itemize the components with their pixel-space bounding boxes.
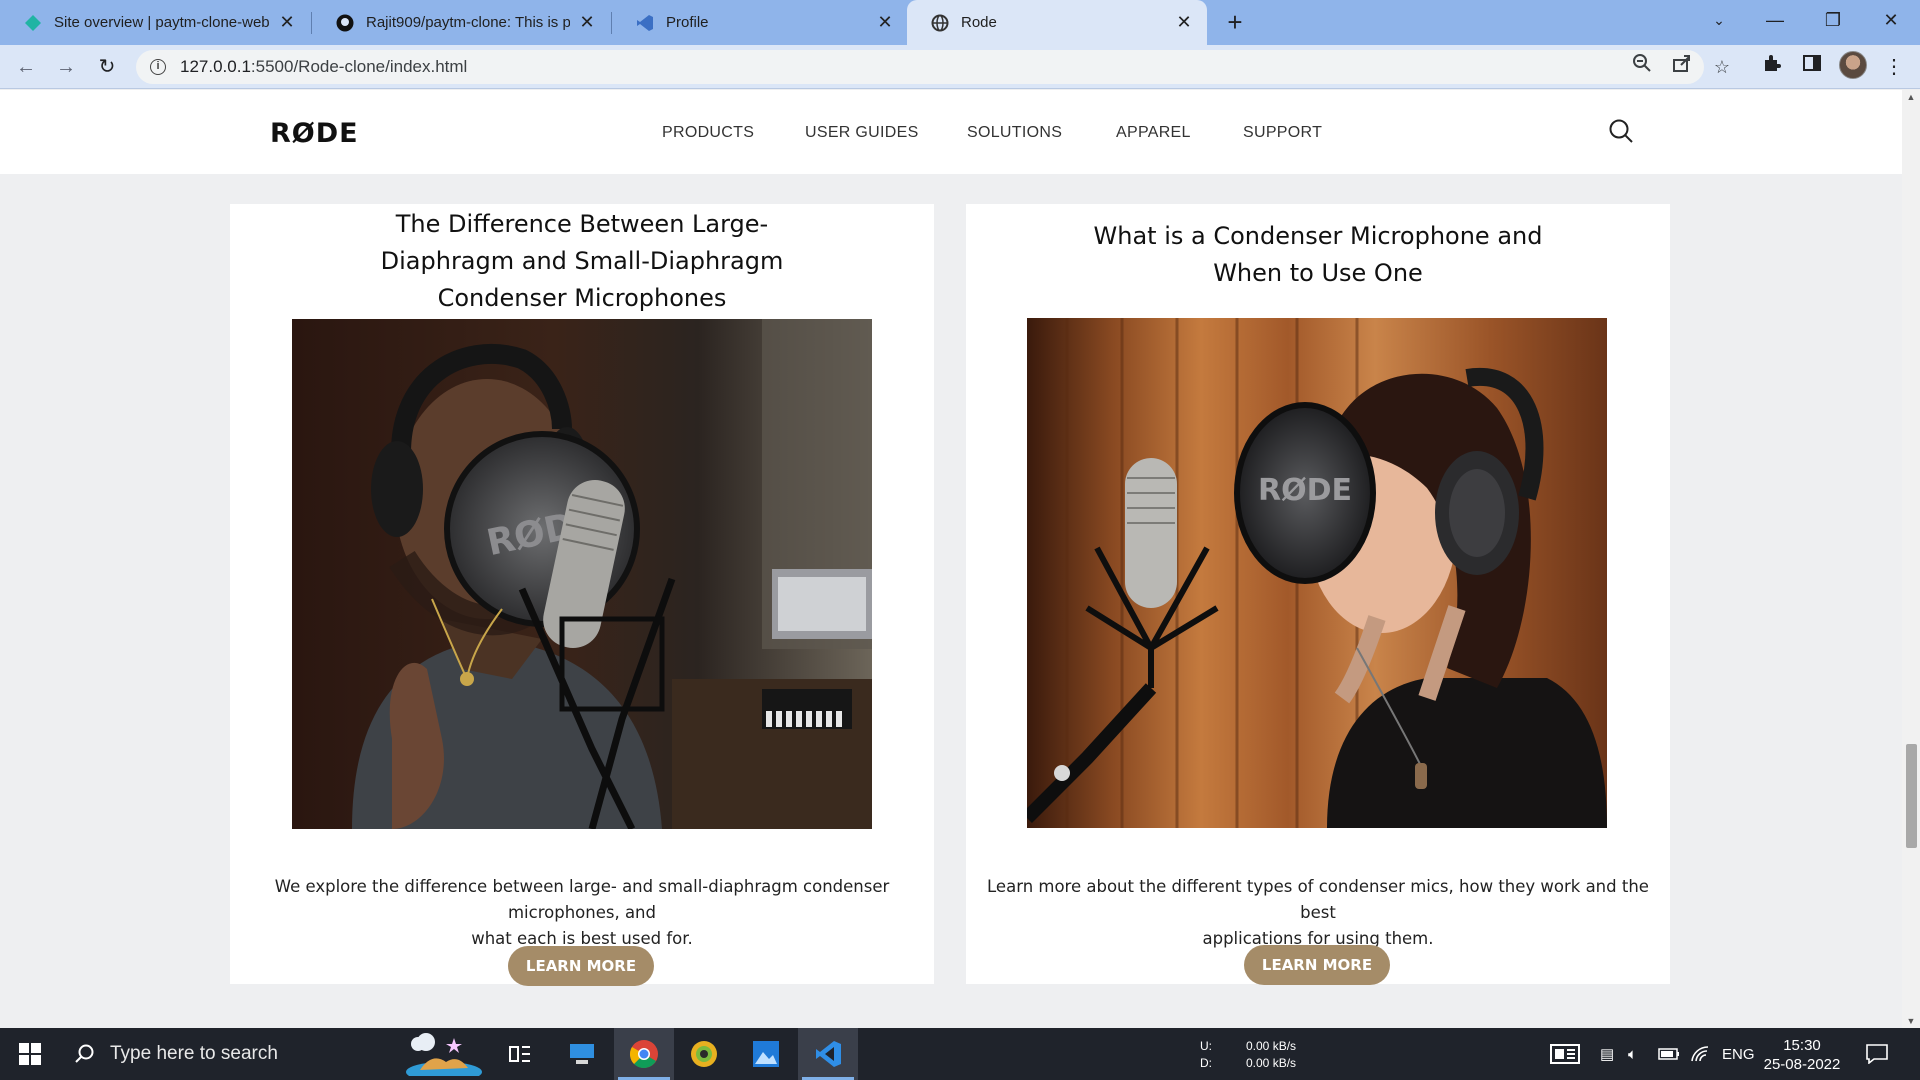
card-title: What is a Condenser Microphone and When … <box>1093 222 1543 287</box>
windows-taskbar: Type here to search U: 0.00 kB/s D: 0.00 k… <box>0 1028 1920 1080</box>
article-card-diaphragm: The Difference Between Large- Diaphragm … <box>230 204 934 986</box>
news-widget-icon[interactable] <box>1550 1028 1580 1080</box>
tab-title: Rajit909/paytm-clone: This is pay <box>366 14 570 31</box>
card-description: Learn more about the different types of … <box>987 877 1649 948</box>
singer-photo-woman: RØDE <box>1027 318 1607 828</box>
scroll-down-icon[interactable]: ▼ <box>1902 1016 1920 1026</box>
vscode-icon <box>636 14 654 32</box>
back-button[interactable]: ← <box>12 53 40 81</box>
new-tab-button[interactable]: + <box>1218 5 1252 39</box>
page-viewport: RØDE PRODUCTS USER GUIDES SOLUTIONS APPA… <box>0 90 1902 1028</box>
search-icon[interactable] <box>1608 118 1634 144</box>
tab-title: Profile <box>666 14 709 31</box>
zoom-icon[interactable] <box>1628 53 1656 81</box>
side-panel-icon[interactable] <box>1798 53 1826 81</box>
close-window-button[interactable]: ✕ <box>1868 0 1914 40</box>
weather-widget-icon[interactable] <box>392 1028 492 1080</box>
address-bar[interactable]: i 127.0.0.1:5500/Rode-clone/index.html <box>136 50 1704 84</box>
learn-more-button[interactable]: LEARN MORE <box>1244 945 1390 985</box>
network-speed-widget: U: 0.00 kB/s D: 0.00 kB/s <box>1200 1039 1297 1070</box>
wifi-icon[interactable] <box>1690 1028 1710 1080</box>
article-card-condenser: What is a Condenser Microphone and When … <box>966 204 1670 985</box>
battery-icon[interactable] <box>1658 1028 1680 1080</box>
reload-button[interactable]: ↻ <box>93 53 121 81</box>
nav-solutions[interactable]: SOLUTIONS <box>967 124 1062 142</box>
forward-button[interactable]: → <box>52 53 80 81</box>
chrome-canary-icon[interactable] <box>674 1028 734 1080</box>
globe-icon <box>931 14 949 32</box>
close-icon[interactable]: ✕ <box>578 12 596 33</box>
share-icon[interactable] <box>1668 53 1696 81</box>
close-icon[interactable]: ✕ <box>278 12 296 33</box>
close-icon[interactable]: ✕ <box>1175 12 1193 33</box>
site-info-icon[interactable]: i <box>150 59 166 75</box>
file-explorer-icon[interactable] <box>552 1028 612 1080</box>
nav-support[interactable]: SUPPORT <box>1243 124 1322 142</box>
nav-apparel[interactable]: APPAREL <box>1116 124 1191 142</box>
vscode-taskbar-icon[interactable] <box>798 1028 858 1080</box>
singer-photo-man: RØDE <box>292 319 872 829</box>
bookmark-star-icon[interactable]: ☆ <box>1708 53 1736 81</box>
photos-app-icon[interactable] <box>736 1028 796 1080</box>
tab-title: Rode <box>961 14 997 31</box>
volume-icon[interactable]: 🔈︎ <box>1628 1028 1637 1080</box>
site-header: RØDE PRODUCTS USER GUIDES SOLUTIONS APPA… <box>0 90 1902 174</box>
minimize-button[interactable]: — <box>1752 0 1798 40</box>
github-icon <box>336 14 354 32</box>
photo-brand-text: RØDE <box>1258 473 1352 508</box>
taskbar-search-placeholder: Type here to search <box>110 1043 278 1064</box>
task-view-icon[interactable] <box>490 1028 550 1080</box>
restore-button[interactable]: ❐ <box>1810 0 1856 40</box>
notification-center-icon[interactable] <box>1866 1028 1888 1080</box>
scroll-up-icon[interactable]: ▲ <box>1902 92 1920 102</box>
tab-site-overview[interactable]: Site overview | paytm-clone-web ✕ <box>0 0 310 45</box>
tab-title: Site overview | paytm-clone-web <box>54 14 270 31</box>
nav-user-guides[interactable]: USER GUIDES <box>805 124 919 142</box>
search-icon <box>75 1044 94 1063</box>
profile-avatar[interactable] <box>1839 51 1867 79</box>
menu-kebab-icon[interactable]: ⋮ <box>1880 53 1908 81</box>
netlify-icon <box>24 14 42 32</box>
language-indicator[interactable]: ENG <box>1722 1028 1755 1080</box>
windows-start-icon[interactable] <box>0 1028 60 1080</box>
browser-toolbar: ← → ↻ i 127.0.0.1:5500/Rode-clone/index.… <box>0 45 1920 89</box>
rode-logo[interactable]: RØDE <box>270 118 359 149</box>
page-scrollbar[interactable]: ▲ ▼ <box>1902 90 1920 1028</box>
close-icon[interactable]: ✕ <box>876 12 894 33</box>
tab-search-chevron-icon[interactable]: ⌄ <box>1696 0 1742 40</box>
chrome-taskbar-icon[interactable] <box>614 1028 674 1080</box>
card-description: We explore the difference between large-… <box>274 877 890 948</box>
card-title: The Difference Between Large- Diaphragm … <box>380 210 784 312</box>
tab-rode[interactable]: Rode ✕ <box>907 0 1207 45</box>
scrollbar-thumb[interactable] <box>1906 744 1917 848</box>
system-clock[interactable]: 15:30 25-08-2022 <box>1760 1036 1844 1074</box>
url-text: 127.0.0.1:5500/Rode-clone/index.html <box>180 57 468 76</box>
keyboard-tray-icon[interactable]: ▤ <box>1600 1028 1614 1080</box>
tab-profile[interactable]: Profile ✕ <box>612 0 908 45</box>
tab-github[interactable]: Rajit909/paytm-clone: This is pay ✕ <box>312 0 610 45</box>
tab-strip: Site overview | paytm-clone-web ✕ Rajit9… <box>0 0 1920 45</box>
extensions-icon[interactable] <box>1758 53 1786 81</box>
nav-products[interactable]: PRODUCTS <box>662 124 754 142</box>
learn-more-button[interactable]: LEARN MORE <box>508 946 654 986</box>
